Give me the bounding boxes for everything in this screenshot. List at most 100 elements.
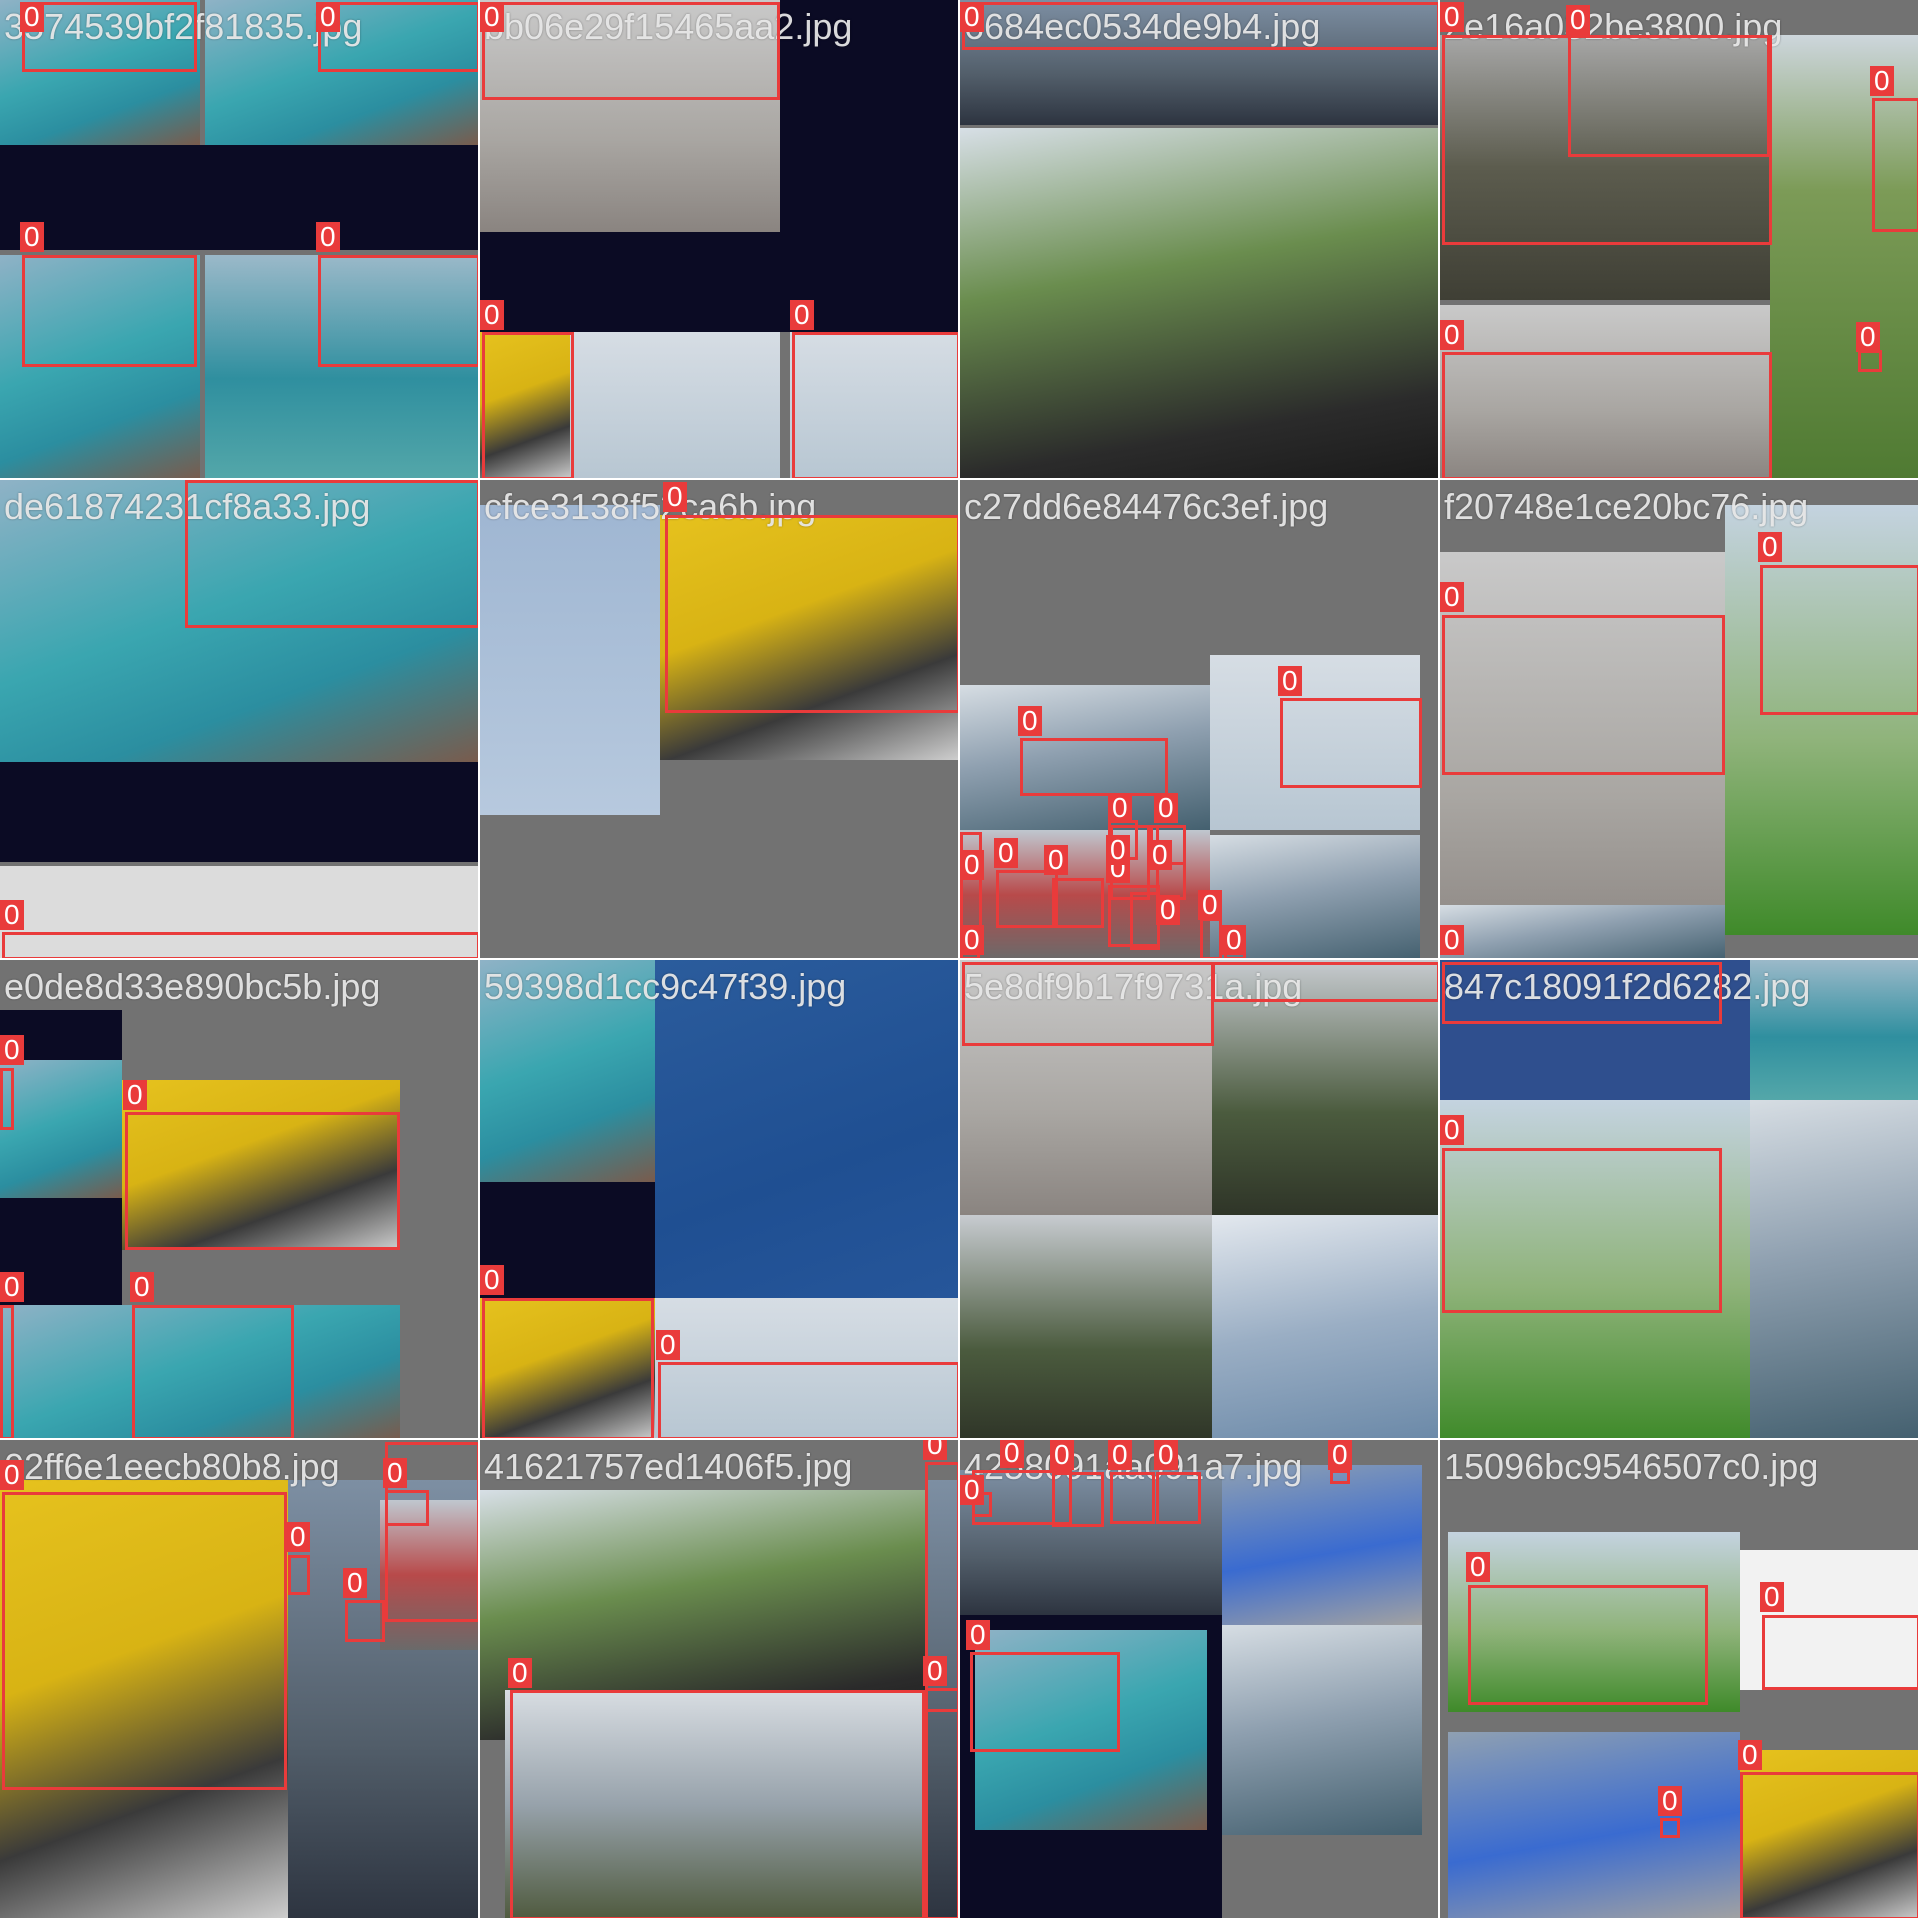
detection-box — [1858, 350, 1882, 372]
detection-label: 0 — [1440, 1115, 1464, 1145]
detection-label: 0 — [1738, 1740, 1762, 1770]
detection-label: 0 — [1466, 1552, 1490, 1582]
detection-label: 0 — [0, 900, 24, 930]
mosaic-grid: 3574539bf2f81835.jpg 0 0 0 0 bb06e29f154… — [0, 0, 1920, 1920]
detection-label: 0 — [1440, 2, 1464, 32]
detection-box — [22, 2, 197, 72]
detection-box — [1740, 1772, 1918, 1918]
detection-box — [960, 832, 982, 932]
detection-label: 0 — [656, 1330, 680, 1360]
tile: 2e16a032be3800.jpg 0 0 0 0 0 — [1440, 0, 1920, 480]
image-filename: 59398d1cc9c47f39.jpg — [484, 966, 847, 1007]
detection-label: 0 — [923, 1656, 947, 1686]
tile: 847c18091f2d6282.jpg 0 — [1440, 960, 1920, 1440]
detection-label: 0 — [0, 1460, 24, 1490]
detection-label: 0 — [1148, 840, 1172, 870]
tile: f20748e1ce20bc76.jpg 0 0 0 — [1440, 480, 1920, 960]
detection-box — [665, 515, 958, 713]
tile: 5e8df9b17f9731a.jpg — [960, 960, 1440, 1440]
detection-label: 0 — [1856, 322, 1880, 352]
detection-box — [1156, 1472, 1201, 1524]
detection-label: 0 — [1278, 666, 1302, 696]
detection-label: 0 — [1566, 5, 1590, 35]
detection-box — [1212, 962, 1438, 1002]
detection-label: 0 — [20, 2, 44, 32]
detection-label: 0 — [960, 2, 984, 32]
detection-box — [1442, 352, 1772, 478]
tile: cfce3138f52ca6b.jpg 0 — [480, 480, 960, 960]
detection-box — [510, 1690, 925, 1918]
tile: 4258091aa091a7.jpg 0 0 0 0 0 0 0 — [960, 1440, 1440, 1920]
detection-box — [1200, 918, 1222, 958]
detection-box — [318, 255, 478, 367]
detection-label: 0 — [966, 1620, 990, 1650]
detection-box — [1442, 615, 1725, 775]
detection-label: 0 — [123, 1080, 147, 1110]
detection-box — [996, 870, 1058, 928]
detection-box — [1762, 1615, 1918, 1690]
detection-box — [658, 1362, 958, 1438]
detection-box — [792, 332, 958, 478]
detection-label: 0 — [1760, 1582, 1784, 1612]
detection-box — [1110, 1472, 1155, 1524]
detection-label: 0 — [1154, 793, 1178, 823]
detection-label: 0 — [316, 2, 340, 32]
detection-label: 0 — [480, 1265, 504, 1295]
tile: de61874231cf8a33.jpg 0 0 — [0, 480, 480, 960]
detection-box — [1052, 1472, 1104, 1527]
detection-box — [1760, 565, 1918, 715]
detection-label: 0 — [1156, 895, 1180, 925]
detection-box — [1442, 962, 1722, 1024]
detection-label: 0 — [1050, 1440, 1074, 1470]
detection-box — [185, 480, 478, 628]
tile: 59398d1cc9c47f39.jpg 0 0 — [480, 960, 960, 1440]
detection-box — [482, 332, 574, 478]
detection-label: 0 — [960, 1475, 984, 1505]
detection-label: 0 — [790, 300, 814, 330]
detection-label: 0 — [1154, 1440, 1178, 1470]
detection-box — [962, 2, 1438, 50]
tile: 15096bc9546507c0.jpg 0 0 0 0 — [1440, 1440, 1920, 1920]
image-filename: c27dd6e84476c3ef.jpg — [964, 486, 1329, 527]
detection-box — [1872, 98, 1918, 232]
tile: 3574539bf2f81835.jpg 0 0 0 0 — [0, 0, 480, 480]
tile: 02ff6e1eecb80b8.jpg 0 0 0 0 0 — [0, 1440, 480, 1920]
detection-label: 0 — [130, 1272, 154, 1302]
detection-label: 0 — [960, 850, 984, 880]
detection-label: 0 — [480, 2, 504, 32]
detection-label: 0 — [1108, 1440, 1132, 1470]
detection-box — [970, 1652, 1120, 1752]
detection-box — [125, 1112, 400, 1250]
image-filename: 02ff6e1eecb80b8.jpg — [4, 1446, 340, 1487]
tile: bb06e29f15465aa2.jpg 0 0 0 — [480, 0, 960, 480]
detection-label: 0 — [1870, 66, 1894, 96]
detection-label: 0 — [480, 300, 504, 330]
detection-box — [0, 1068, 14, 1130]
detection-box — [1052, 878, 1104, 928]
detection-label: 0 — [1198, 890, 1222, 920]
detection-box — [482, 1298, 654, 1438]
detection-label: 0 — [1106, 835, 1130, 865]
detection-box — [1020, 738, 1168, 796]
image-filename: f20748e1ce20bc76.jpg — [1444, 486, 1809, 527]
detection-label: 0 — [343, 1568, 367, 1598]
detection-box — [1442, 1148, 1722, 1313]
image-filename: e0de8d33e890bc5b.jpg — [4, 966, 381, 1007]
detection-box — [318, 2, 478, 72]
detection-box — [0, 1305, 14, 1438]
detection-label: 0 — [1000, 1440, 1024, 1468]
detection-label: 0 — [1440, 320, 1464, 350]
detection-box — [345, 1600, 385, 1642]
tile: e0de8d33e890bc5b.jpg 0 0 0 0 — [0, 960, 480, 1440]
detection-label: 0 — [316, 222, 340, 252]
tile: 6684ec0534de9b4.jpg 0 — [960, 0, 1440, 480]
detection-box — [1568, 35, 1770, 157]
detection-label: 0 — [1222, 925, 1246, 955]
detection-box — [2, 1492, 287, 1790]
detection-label: 0 — [1328, 1440, 1352, 1470]
detection-label: 0 — [20, 222, 44, 252]
detection-label: 0 — [1440, 582, 1464, 612]
detection-box — [962, 962, 1214, 1046]
detection-label: 0 — [508, 1658, 532, 1688]
tile: 41621757ed1406f5.jpg 0 0 0 — [480, 1440, 960, 1920]
